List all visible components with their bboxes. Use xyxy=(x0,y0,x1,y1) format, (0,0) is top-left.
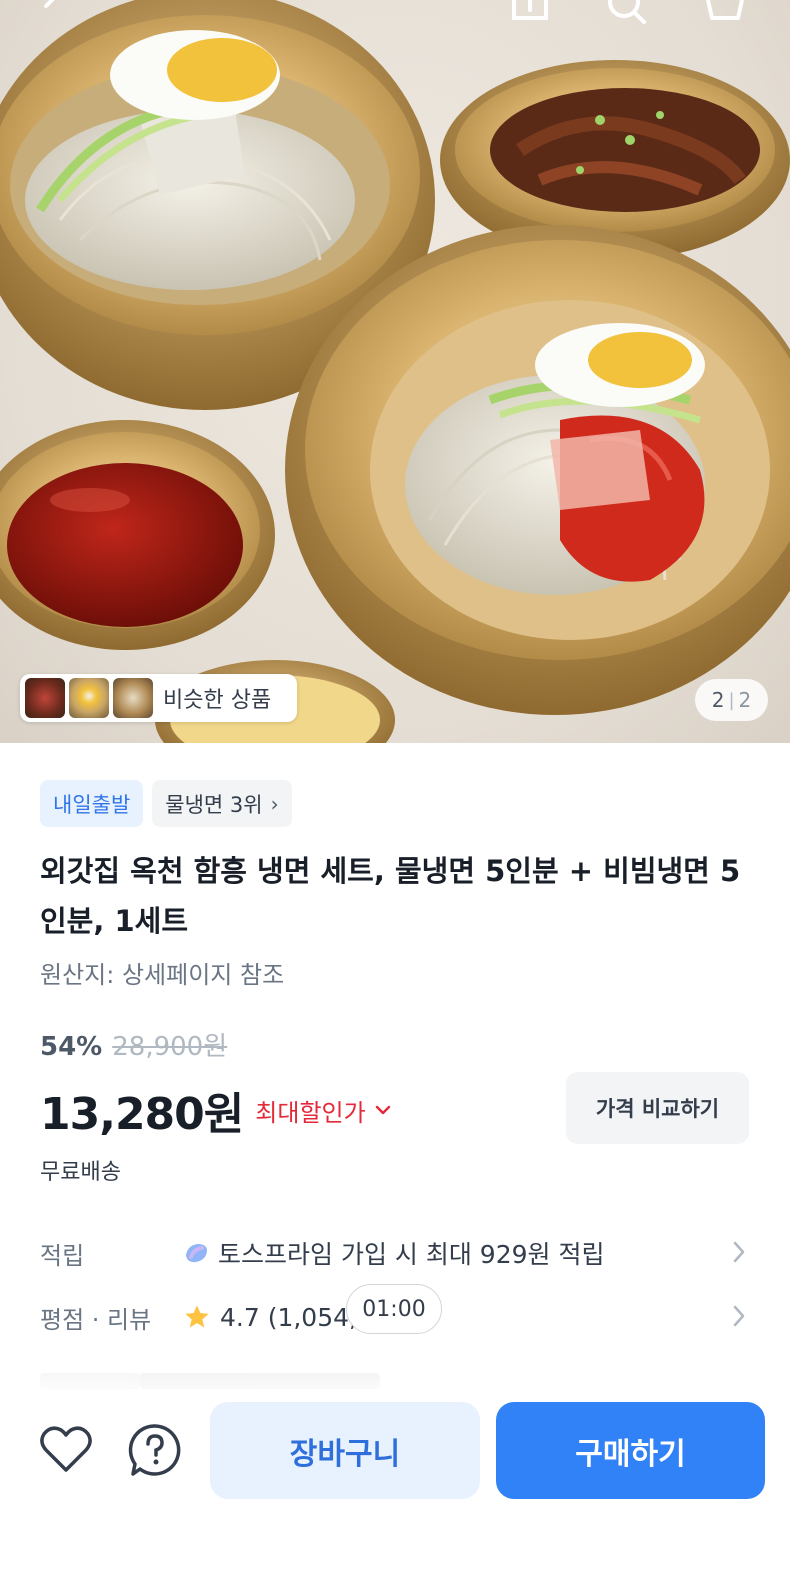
discount-rate: 54% xyxy=(40,1032,103,1062)
max-discount-toggle[interactable]: 최대할인가 xyxy=(255,1093,391,1128)
inquiry-button[interactable] xyxy=(125,1420,185,1480)
points-row[interactable]: 적립 토스프라임 가입 시 최대 929원 적립 xyxy=(40,1228,760,1278)
star-icon xyxy=(185,1305,209,1328)
timer-bubble: 01:00 xyxy=(346,1284,442,1334)
add-to-cart-button[interactable]: 장바구니 xyxy=(210,1402,480,1499)
cart-icon[interactable] xyxy=(702,0,746,26)
pager-total: 2 xyxy=(738,688,752,712)
toss-prime-icon xyxy=(186,1244,207,1263)
question-bubble-icon xyxy=(128,1424,181,1476)
similar-products-label: 비슷한 상품 xyxy=(163,688,272,713)
product-tags: 내일출발 물냉면 3위 › xyxy=(40,780,292,827)
chevron-right-icon xyxy=(733,1305,745,1327)
points-value: 토스프라임 가입 시 최대 929원 적립 xyxy=(218,1240,605,1269)
original-price: 28,900원 xyxy=(112,1032,228,1062)
chevron-down-icon xyxy=(375,1105,390,1115)
category-rank-chip[interactable]: 물냉면 3위 › xyxy=(152,780,292,827)
naengmyeon-photo xyxy=(0,0,790,743)
similar-products-button[interactable]: 비슷한 상품 xyxy=(20,674,297,722)
pager-separator: | xyxy=(728,689,735,711)
rating-label: 평점 · 리뷰 xyxy=(40,1305,152,1334)
similar-thumbnail xyxy=(113,678,153,718)
price-compare-button[interactable]: 가격 비교하기 xyxy=(566,1072,749,1144)
wishlist-button[interactable] xyxy=(36,1420,96,1480)
search-icon[interactable] xyxy=(604,0,648,26)
top-navigation-bar xyxy=(0,0,790,26)
product-image[interactable]: 비슷한 상품 2 | 2 xyxy=(0,0,790,743)
discount-row: 54% 28,900원 xyxy=(40,1026,227,1063)
share-icon[interactable] xyxy=(508,0,552,26)
heart-icon xyxy=(40,1426,92,1472)
points-label: 적립 xyxy=(40,1241,85,1270)
delivery-badge: 내일출발 xyxy=(40,780,144,827)
shipping-info: 무료배송 xyxy=(40,1160,121,1185)
product-origin: 원산지: 상세페이지 참조 xyxy=(40,961,285,989)
sale-price: 13,280원 xyxy=(40,1089,244,1140)
product-title: 외갓집 옥천 함흥 냉면 세트, 물냉면 5인분 + 비빔냉면 5인분, 1세트 xyxy=(40,854,741,938)
similar-thumbnail xyxy=(25,678,65,718)
pager-current: 2 xyxy=(711,688,725,712)
price-row: 13,280원 최대할인가 xyxy=(40,1078,392,1142)
similar-thumbnail xyxy=(69,678,109,718)
back-arrow-icon[interactable] xyxy=(30,0,74,26)
max-discount-label: 최대할인가 xyxy=(255,1098,366,1127)
buy-now-button[interactable]: 구매하기 xyxy=(496,1402,765,1499)
rating-value: 4.7 (1,054, xyxy=(220,1302,357,1332)
chevron-right-icon: › xyxy=(270,791,279,816)
image-pager: 2 | 2 xyxy=(695,679,768,721)
chevron-right-icon xyxy=(733,1241,745,1263)
category-rank-label: 물냉면 3위 xyxy=(165,792,263,817)
